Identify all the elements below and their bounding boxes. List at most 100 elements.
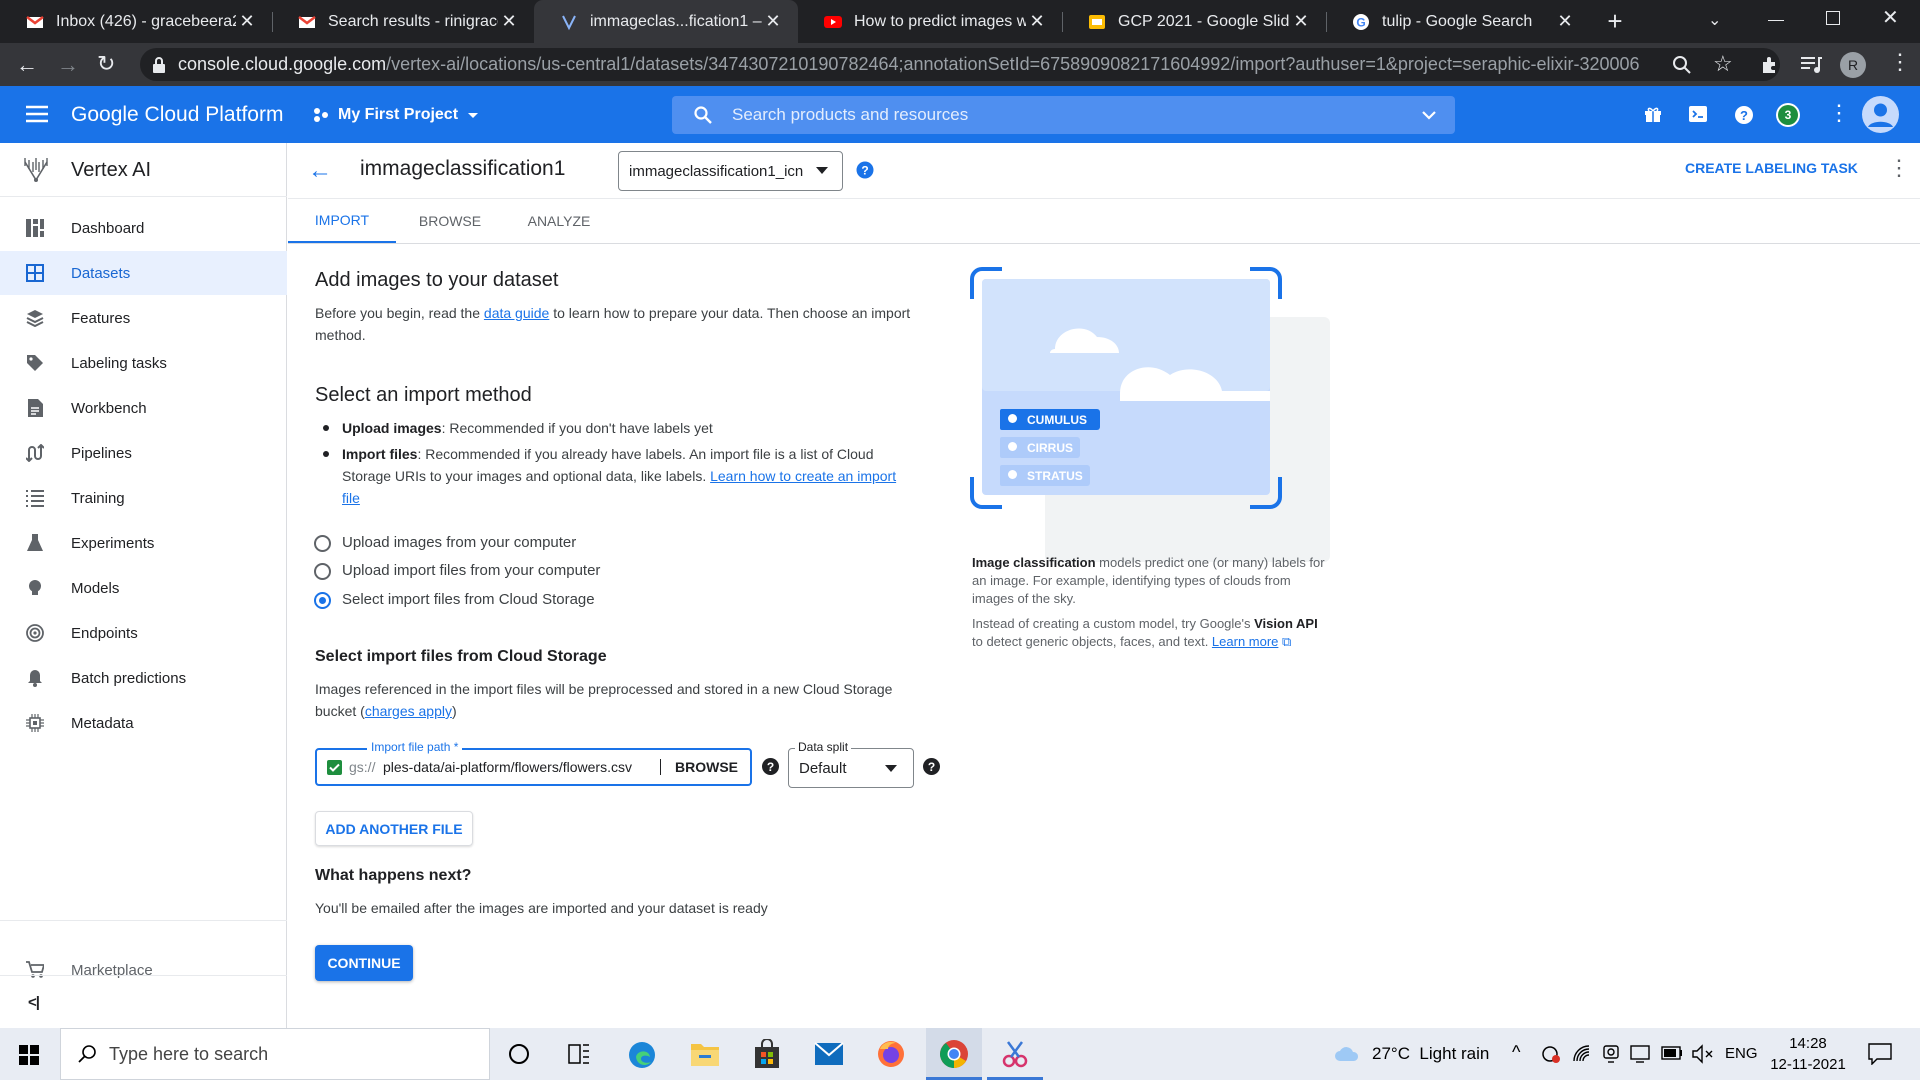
import-files-description: Import files: Recommended if you already…	[342, 446, 897, 506]
sidebar-item-workbench[interactable]: Workbench	[0, 386, 287, 430]
battery-icon[interactable]	[1661, 1046, 1683, 1060]
browser-menu-icon[interactable]: ⋮	[1889, 51, 1911, 73]
address-bar[interactable]: console.cloud.google.com/vertex-ai/locat…	[140, 48, 1780, 81]
reload-icon[interactable]: ↻	[97, 51, 115, 77]
mail-icon[interactable]	[814, 1042, 844, 1066]
more-vert-icon[interactable]: ⋮	[1828, 100, 1850, 126]
annotation-set-select[interactable]: immageclassification1_icn	[618, 151, 843, 191]
new-tab-button[interactable]: +	[1600, 6, 1630, 36]
sidebar-item-models[interactable]: Models	[0, 566, 287, 610]
close-tab-icon[interactable]: ✕	[1554, 11, 1576, 32]
display-icon[interactable]	[1630, 1044, 1650, 1064]
taskbar-search-input[interactable]: Type here to search	[109, 1044, 268, 1065]
tab-import[interactable]: IMPORT	[288, 199, 396, 243]
help-icon[interactable]: ?	[762, 758, 779, 775]
help-icon[interactable]: ?	[1734, 105, 1754, 125]
data-guide-link[interactable]: data guide	[484, 305, 549, 321]
learn-more-link[interactable]: Learn more	[1212, 634, 1278, 649]
security-status-icon[interactable]	[1541, 1044, 1561, 1064]
sidebar-item-training[interactable]: Training	[0, 476, 287, 520]
sidebar-item-marketplace[interactable]: Marketplace	[0, 948, 287, 992]
sidebar-item-batch-predictions[interactable]: Batch predictions	[0, 656, 287, 700]
help-icon[interactable]: ?	[923, 758, 940, 775]
task-view-icon[interactable]	[568, 1044, 590, 1064]
close-tab-icon[interactable]: ✕	[1290, 11, 1312, 32]
tab-analyze[interactable]: ANALYZE	[504, 199, 614, 243]
chevron-up-icon[interactable]: ^	[1512, 1042, 1520, 1063]
taskbar-search-box[interactable]: Type here to search	[60, 1028, 490, 1080]
project-selector[interactable]: My First Project	[312, 96, 480, 134]
close-tab-icon[interactable]: ✕	[762, 11, 784, 32]
notifications-badge[interactable]: 3	[1776, 103, 1800, 127]
tab-browse[interactable]: BROWSE	[396, 199, 504, 243]
cloud-shell-icon[interactable]	[1689, 105, 1707, 123]
cortana-icon[interactable]	[509, 1044, 529, 1064]
browser-tab[interactable]: Search results - rinigracebe ✕	[272, 0, 534, 43]
help-icon[interactable]: ?	[856, 161, 874, 179]
browser-tab[interactable]: GCP 2021 - Google Slides ✕	[1062, 0, 1326, 43]
weather-text[interactable]: 27°C Light rain	[1372, 1044, 1489, 1064]
data-split-select[interactable]: Data split Default	[788, 740, 914, 788]
file-explorer-icon[interactable]	[690, 1041, 720, 1067]
sidebar-item-features[interactable]: Features	[0, 296, 287, 340]
gcp-brand[interactable]: Google Cloud Platform	[71, 103, 283, 127]
radio-upload-import-files[interactable]	[314, 563, 331, 580]
chrome-taskbar-button[interactable]	[926, 1028, 982, 1080]
wifi-icon[interactable]	[1572, 1044, 1592, 1064]
webcam-icon[interactable]	[1602, 1044, 1620, 1064]
google-icon: G	[1353, 13, 1369, 30]
taskbar-clock[interactable]: 14:28 12-11-2021	[1768, 1033, 1848, 1075]
store-icon[interactable]	[753, 1039, 781, 1069]
search-input[interactable]: Search products and resources	[732, 105, 968, 125]
profile-avatar[interactable]: R	[1840, 52, 1866, 78]
browser-tab[interactable]: Inbox (426) - gracebeera20 ✕	[0, 0, 272, 43]
sidebar-item-endpoints[interactable]: Endpoints	[0, 611, 287, 655]
radio-cloud-storage[interactable]	[314, 592, 331, 609]
close-tab-icon[interactable]: ✕	[236, 11, 258, 32]
sidebar-item-pipelines[interactable]: Pipelines	[0, 431, 287, 475]
bookmark-star-icon[interactable]: ☆	[1713, 51, 1733, 77]
hamburger-menu-icon[interactable]	[26, 105, 48, 123]
zoom-icon[interactable]	[1672, 55, 1692, 75]
charges-apply-link[interactable]: charges apply	[365, 703, 452, 719]
gift-icon[interactable]	[1644, 105, 1662, 123]
tab-search-icon[interactable]: ⌄	[1708, 10, 1721, 30]
restore-window-button[interactable]	[1826, 11, 1840, 25]
continue-button[interactable]: CONTINUE	[315, 945, 413, 981]
firefox-icon[interactable]	[876, 1039, 906, 1069]
sidebar-item-metadata[interactable]: Metadata	[0, 701, 287, 745]
add-another-file-button[interactable]: ADD ANOTHER FILE	[315, 811, 473, 846]
import-file-path-input[interactable]: ples-data/ai-platform/flowers/flowers.cs…	[383, 759, 661, 775]
radio-upload-images[interactable]	[314, 535, 331, 552]
notification-center-icon[interactable]	[1868, 1043, 1892, 1065]
forward-arrow-icon[interactable]: →	[57, 52, 79, 78]
media-control-icon[interactable]	[1800, 55, 1822, 75]
close-tab-icon[interactable]: ✕	[1026, 11, 1048, 32]
chevron-down-icon[interactable]	[1421, 108, 1437, 122]
snipping-tool-button[interactable]	[987, 1028, 1043, 1080]
browser-tab-active[interactable]: immageclas...fication1 – Ver ✕	[534, 0, 798, 43]
product-search[interactable]: Search products and resources	[672, 96, 1455, 134]
language-indicator[interactable]: ENG	[1725, 1045, 1758, 1062]
collapse-sidebar-button[interactable]: <|	[28, 994, 40, 1011]
close-window-button[interactable]: ✕	[1882, 5, 1899, 30]
back-arrow-icon[interactable]: ←	[308, 157, 332, 185]
sidebar-item-labeling-tasks[interactable]: Labeling tasks	[0, 341, 287, 385]
more-vert-icon[interactable]: ⋮	[1888, 157, 1910, 179]
sidebar-item-dashboard[interactable]: Dashboard	[0, 206, 287, 250]
windows-start-icon[interactable]	[19, 1045, 39, 1065]
browser-tab[interactable]: How to predict images with ✕	[798, 0, 1062, 43]
back-arrow-icon[interactable]: ←	[16, 52, 38, 78]
browse-button[interactable]: BROWSE	[675, 759, 738, 775]
extensions-icon[interactable]	[1760, 55, 1780, 75]
import-file-path-field[interactable]: Import file path * gs:// ples-data/ai-pl…	[315, 740, 752, 786]
close-tab-icon[interactable]: ✕	[498, 11, 520, 32]
minimize-window-button[interactable]	[1768, 8, 1788, 28]
sidebar-item-experiments[interactable]: Experiments	[0, 521, 287, 565]
account-avatar[interactable]	[1862, 96, 1899, 133]
volume-muted-icon[interactable]	[1692, 1044, 1714, 1064]
create-labeling-task-button[interactable]: CREATE LABELING TASK	[1685, 160, 1858, 176]
edge-icon[interactable]	[627, 1040, 657, 1070]
browser-tab[interactable]: G tulip - Google Search ✕	[1326, 0, 1590, 43]
sidebar-item-datasets[interactable]: Datasets	[0, 251, 287, 295]
